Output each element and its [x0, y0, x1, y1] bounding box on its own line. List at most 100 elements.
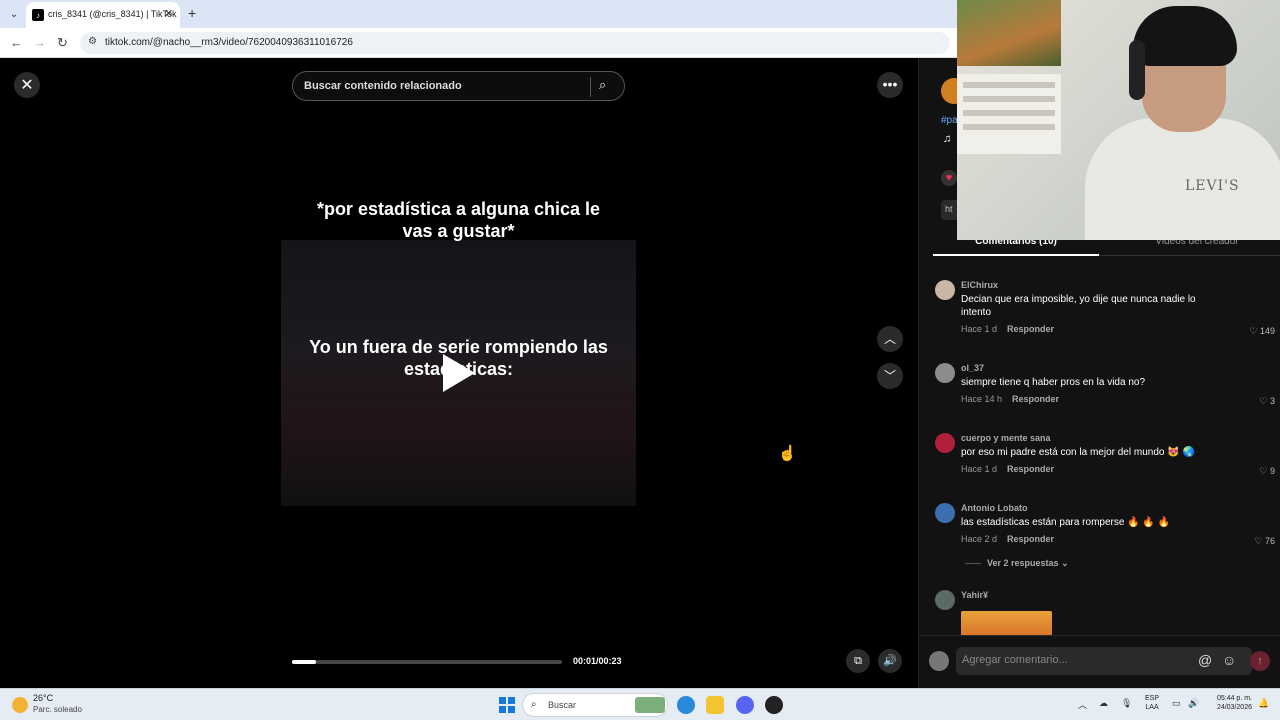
browser-tab[interactable]: ♪ cris_8341 (@cris_8341) | TikTok ✕ [26, 2, 180, 28]
commenter-avatar[interactable] [935, 590, 955, 610]
keyboard-layout: LAA [1145, 704, 1159, 711]
commenter-avatar[interactable] [935, 433, 955, 453]
comment-sticker-image [961, 611, 1052, 635]
display-icon[interactable]: ▭ [1172, 698, 1181, 709]
system-clock[interactable]: 05:44 p. m. 24/03/2026 [1206, 694, 1252, 712]
like-count: 3 [1269, 396, 1275, 406]
play-icon[interactable] [443, 354, 475, 392]
volume-icon[interactable]: 🔊 [1188, 698, 1199, 709]
tab-close-icon[interactable]: ✕ [164, 7, 173, 20]
comment-like[interactable]: ♡ 149 [1249, 326, 1275, 337]
commenter-name[interactable]: Yahir¥ [961, 590, 988, 600]
site-info-icon[interactable]: ⚙ [88, 36, 97, 47]
comment-like[interactable]: ♡ 9 [1259, 466, 1275, 477]
windows-start-icon[interactable] [499, 697, 515, 713]
notification-icon[interactable]: 🔔 [1258, 698, 1269, 709]
windows-taskbar: 26°C Parc. soleado ⌕ Buscar ︿ ☁ 🎙 ESP LAA… [0, 688, 1280, 720]
comment-meta: Hace 14 h Responder [961, 394, 1059, 404]
reply-button[interactable]: Responder [1007, 324, 1054, 334]
microphone-icon[interactable]: 🎙 [1121, 698, 1132, 709]
pip-icon: ⧉ [854, 655, 862, 667]
clock-date: 24/03/2026 [1216, 704, 1252, 711]
commenter-avatar[interactable] [935, 280, 955, 300]
like-count: 76 [1264, 536, 1275, 546]
reload-icon[interactable]: ↻ [57, 35, 68, 51]
send-button[interactable]: ↑ [1250, 651, 1270, 671]
volume-button[interactable]: 🔊 [878, 649, 902, 673]
chevron-up-icon[interactable]: ︿ [1078, 698, 1087, 711]
video-viewer: ✕ Buscar contenido relacionado ⌕ *por es… [0, 58, 918, 688]
clock-time: 05:44 p. m. [1216, 695, 1252, 702]
comment-like[interactable]: ♡ 76 [1254, 536, 1275, 547]
calendar-row [963, 96, 1055, 102]
view-replies-button[interactable]: Ver 2 respuestas ⌄ [965, 558, 1069, 569]
taskbar-search[interactable]: ⌕ Buscar [522, 693, 668, 717]
language-indicator[interactable]: ESP LAA [1145, 694, 1159, 712]
file-explorer-icon[interactable] [706, 696, 724, 714]
weather-condition[interactable]: Parc. soleado [33, 705, 82, 714]
comment-text: por eso mi padre está con la mejor del m… [961, 447, 1195, 458]
comment-item: cuerpo y mente sana por eso mi padre est… [935, 433, 1275, 483]
new-tab-button[interactable]: + [188, 5, 196, 21]
floating-player-button[interactable]: ⧉ [846, 649, 870, 673]
search-icon: ⌕ [531, 699, 537, 710]
commenter-name[interactable]: ol_37 [961, 363, 984, 373]
hashtag-link[interactable]: #pa [941, 115, 958, 126]
more-options-button[interactable]: ••• [877, 72, 903, 98]
video-progress-bar[interactable] [292, 660, 562, 664]
close-viewer-button[interactable]: ✕ [14, 72, 40, 98]
heart-outline-icon: ♡ [1249, 326, 1260, 336]
comment-time: Hace 1 d [961, 464, 998, 474]
comment-time: Hace 14 h [961, 394, 1003, 404]
commenter-name[interactable]: cuerpo y mente sana [961, 433, 1051, 443]
calendar-row [963, 124, 1055, 130]
reply-button[interactable]: Responder [1007, 534, 1054, 544]
wall-calendar [957, 74, 1061, 154]
obs-icon[interactable] [765, 696, 783, 714]
forward-arrow-icon[interactable]: → [33, 35, 46, 50]
comment-text: Decian que era imposible, yo dije que nu… [961, 294, 1196, 318]
comment-meta: Hace 2 d Responder [961, 534, 1054, 544]
wall-poster [957, 0, 1061, 66]
back-arrow-icon[interactable]: ← [10, 35, 23, 50]
search-icon[interactable]: ⌕ [599, 77, 606, 93]
comment-text: siempre tiene q haber pros en la vida no… [961, 377, 1146, 388]
heart-outline-icon: ♡ [1259, 466, 1270, 476]
next-video-button[interactable]: ﹀ [877, 363, 903, 389]
related-search-bar[interactable]: Buscar contenido relacionado ⌕ [292, 71, 625, 101]
weather-sun-icon[interactable] [12, 697, 28, 713]
chrome-icon[interactable] [677, 696, 695, 714]
weather-temperature[interactable]: 26°C [33, 693, 53, 703]
shirt-logo: LEVI'S [1185, 178, 1240, 194]
reply-button[interactable]: Responder [1007, 464, 1054, 474]
discord-icon[interactable] [736, 696, 754, 714]
search-highlight-image [635, 697, 665, 713]
emoji-icon[interactable]: ☺ [1222, 652, 1236, 668]
video-player[interactable]: Buscar contenido relacionado ⌕ *por esta… [281, 58, 636, 688]
url-field[interactable]: ⚙ tiktok.com/@nacho__rm3/video/762004093… [80, 32, 950, 54]
video-progress-fill [292, 660, 317, 664]
comment-placeholder: Agregar comentario... [962, 654, 1068, 666]
comment-input[interactable]: Agregar comentario... @ ☺ [956, 647, 1252, 675]
commenter-avatar[interactable] [935, 503, 955, 523]
network-tray-icon[interactable]: ☁ [1099, 698, 1108, 709]
commenter-name[interactable]: Antonio Lobato [961, 503, 1027, 513]
commenter-avatar[interactable] [935, 363, 955, 383]
video-time: 00:01/00:23 [573, 656, 622, 666]
music-note-icon[interactable]: ♫ [943, 133, 951, 145]
mention-icon[interactable]: @ [1198, 652, 1212, 668]
search-input[interactable]: Buscar contenido relacionado [304, 80, 462, 92]
headset [1129, 40, 1145, 100]
reply-button[interactable]: Responder [1012, 394, 1059, 404]
active-tab-indicator [933, 254, 1099, 256]
like-heart-icon[interactable]: ♥ [941, 170, 957, 186]
commenter-name[interactable]: ElChirux [961, 280, 998, 290]
chevron-down-icon: ﹀ [883, 369, 896, 383]
replies-divider [965, 563, 981, 565]
tab-search-icon[interactable]: ⌄ [6, 6, 22, 22]
previous-video-button[interactable]: ︿ [877, 326, 903, 352]
comment-like[interactable]: ♡ 3 [1259, 396, 1275, 407]
comment-item: ElChirux Decian que era imposible, yo di… [935, 280, 1275, 340]
webcam-overlay: LEVI'S [957, 0, 1280, 240]
video-caption-top: *por estadística a alguna chica le vas a… [316, 199, 601, 241]
